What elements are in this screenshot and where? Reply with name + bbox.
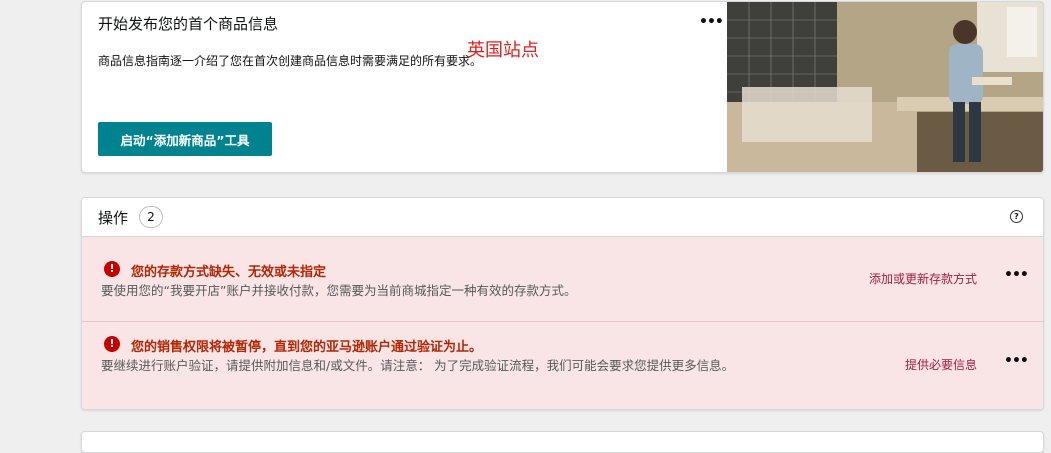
alert-icon: ! — [104, 336, 120, 352]
next-card-partial — [81, 431, 1044, 453]
actions-title: 操作 — [98, 209, 129, 227]
action-item-account-verification: ! 您的销售权限将被暂停，直到您的亚马逊账户通过验证为止。 要继续进行账户验证，… — [82, 322, 1043, 409]
onboarding-card: 开始发布您的首个商品信息 ••• 商品信息指南逐一介绍了您在首次创建商品信息时需… — [81, 1, 1044, 173]
actions-header: 操作 2 ? — [82, 198, 1043, 237]
actions-count-badge: 2 — [139, 206, 163, 228]
action-item-title: 您的销售权限将被暂停，直到您的亚马逊账户通过验证为止。 — [131, 340, 483, 355]
action-item-body: 要继续进行账户验证，请提供附加信息和/或文件。请注意： 为了完成验证流程，我们可… — [101, 358, 735, 373]
onboarding-description: 商品信息指南逐一介绍了您在首次创建商品信息时需要满足的所有要求。 — [98, 54, 483, 68]
workshop-photo — [727, 2, 1043, 172]
workshop-illustration — [727, 2, 1043, 172]
onboarding-title: 开始发布您的首个商品信息 — [98, 15, 279, 33]
more-options-icon[interactable]: ••• — [699, 14, 724, 30]
action-item-body: 要使用您的“我要开店”账户并接收付款，您需要为当前商城指定一种有效的存款方式。 — [101, 283, 577, 298]
marketplace-annotation: 英国站点 — [467, 40, 539, 61]
more-options-icon[interactable]: ••• — [1004, 267, 1029, 283]
action-item-title: 您的存款方式缺失、无效或未指定 — [131, 265, 327, 280]
alert-icon: ! — [104, 261, 120, 277]
actions-card: 操作 2 ? ! 您的存款方式缺失、无效或未指定 要使用您的“我要开店”账户并接… — [81, 197, 1044, 410]
update-deposit-method-link[interactable]: 添加或更新存款方式 — [869, 270, 977, 287]
provide-info-link[interactable]: 提供必要信息 — [905, 356, 977, 373]
launch-add-product-button[interactable]: 启动“添加新商品”工具 — [98, 122, 272, 156]
action-item-deposit-method: ! 您的存款方式缺失、无效或未指定 要使用您的“我要开店”账户并接收付款，您需要… — [82, 237, 1043, 322]
help-icon[interactable]: ? — [1010, 210, 1023, 223]
more-options-icon[interactable]: ••• — [1004, 353, 1029, 369]
